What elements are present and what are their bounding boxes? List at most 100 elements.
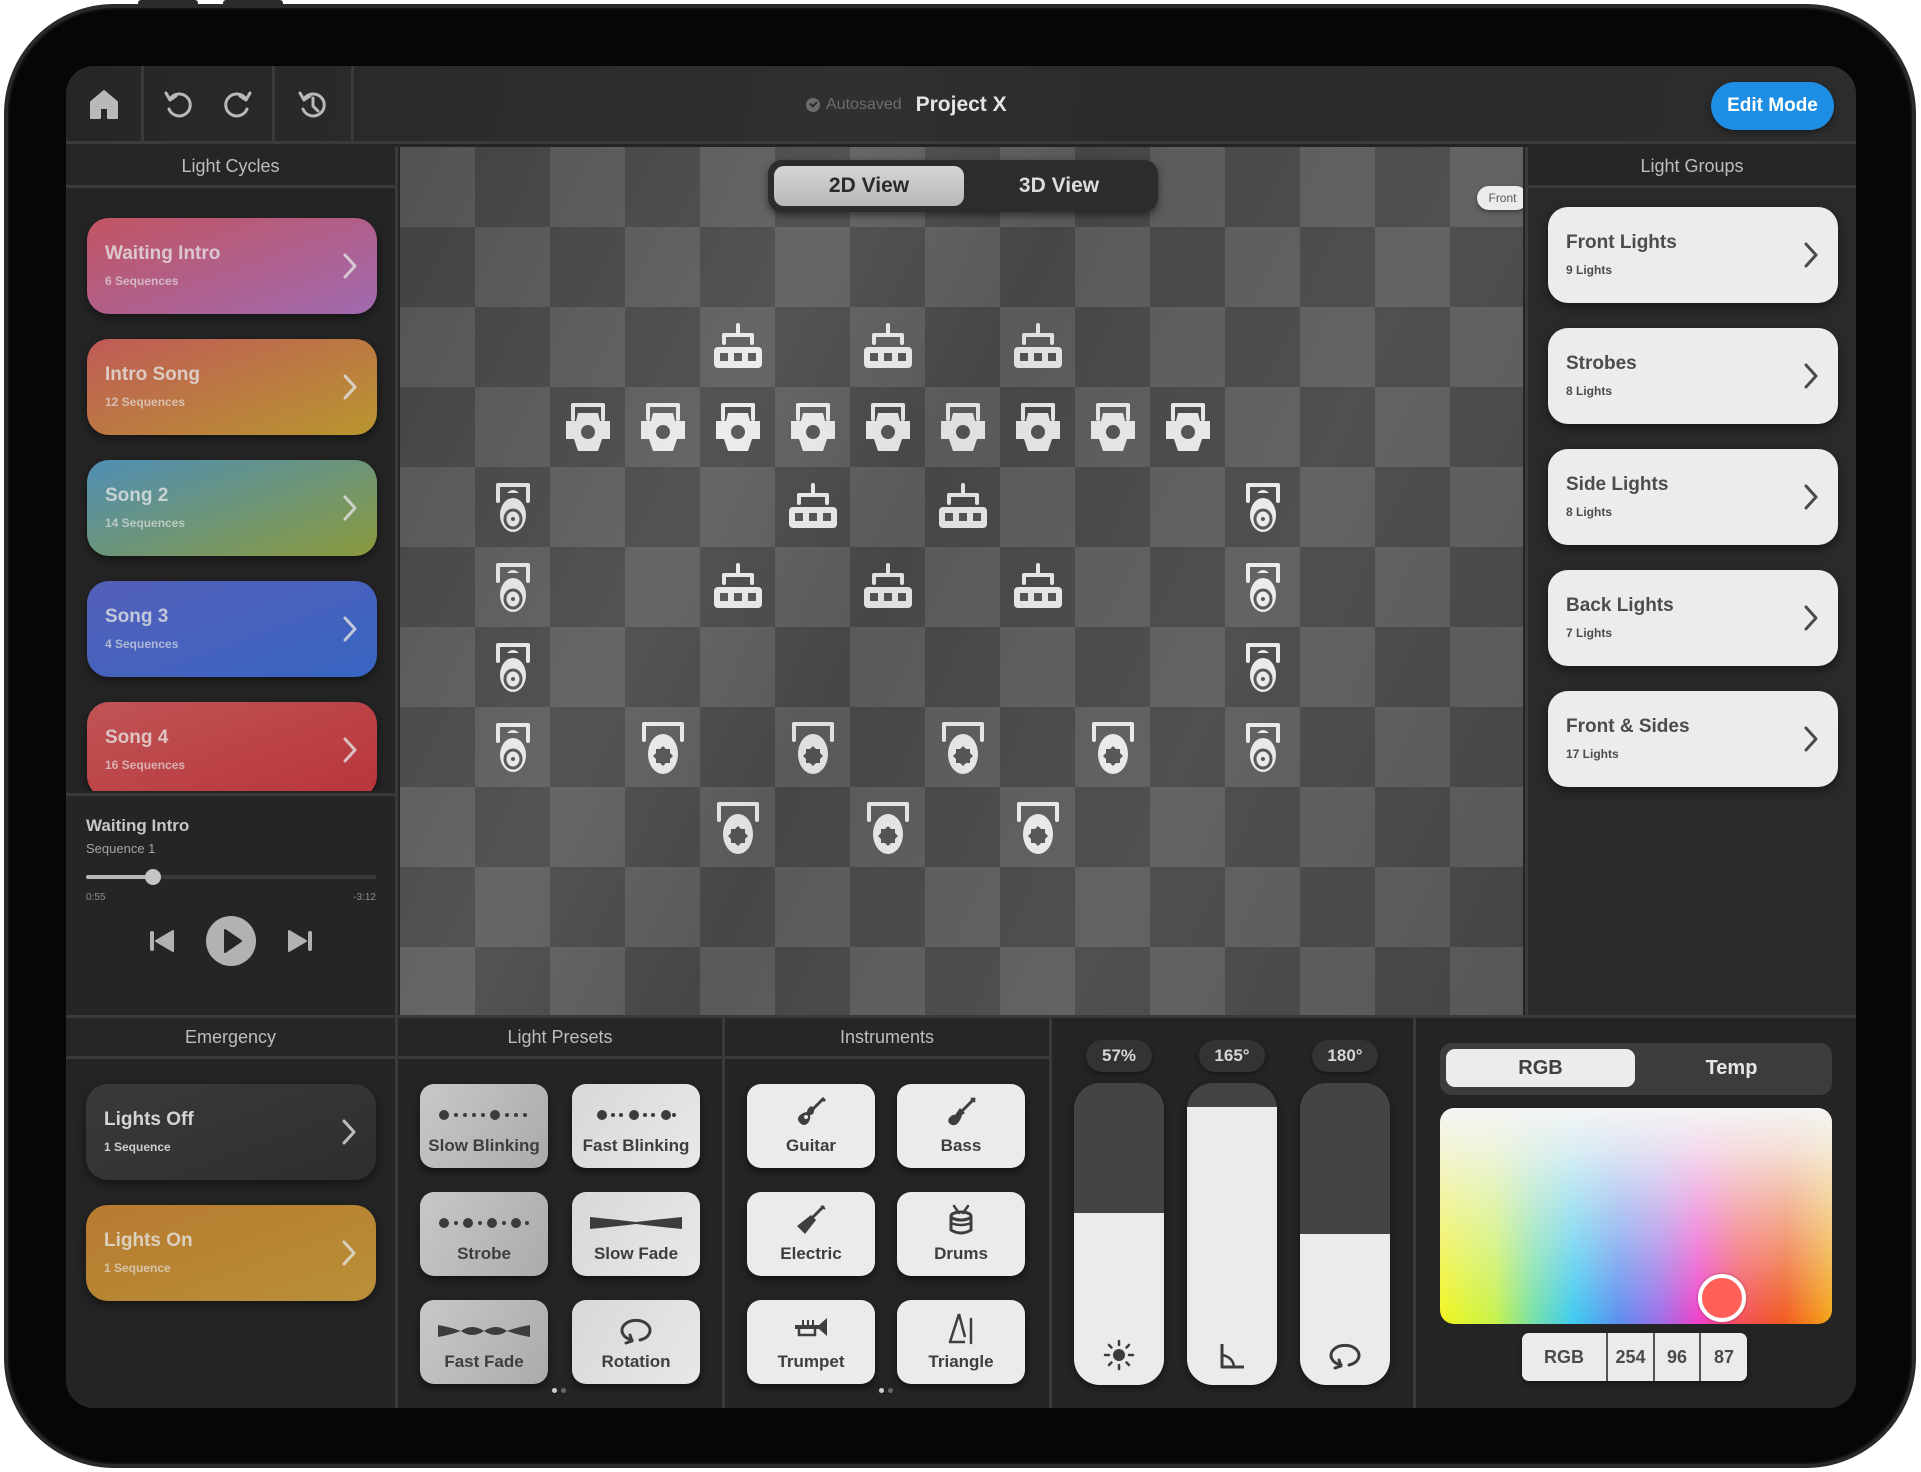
- light-cycle-card[interactable]: Song 3 4 Sequences: [87, 581, 377, 677]
- light-fixture-back[interactable]: [850, 787, 925, 867]
- page-dot[interactable]: [552, 1388, 557, 1393]
- light-fixture-front[interactable]: [625, 387, 700, 467]
- grid-cell: [775, 787, 850, 867]
- light-fixture-front[interactable]: [775, 387, 850, 467]
- light-fixture-strobe[interactable]: [700, 307, 775, 387]
- grid-cell: [1375, 227, 1450, 307]
- tab-temp[interactable]: Temp: [1637, 1049, 1826, 1087]
- light-fixture-side[interactable]: [475, 467, 550, 547]
- instruments-panel: Instruments Guitar Bass Electric Drums T…: [725, 1018, 1052, 1408]
- light-fixture-side[interactable]: [475, 627, 550, 707]
- blue-value-field[interactable]: 87: [1701, 1333, 1747, 1381]
- instrument-tile[interactable]: Drums: [897, 1192, 1025, 1276]
- scrubber-handle[interactable]: [144, 869, 161, 885]
- tab-2d-view[interactable]: 2D View: [774, 166, 964, 206]
- green-value-field[interactable]: 96: [1655, 1333, 1701, 1381]
- light-fixture-side[interactable]: [1225, 627, 1300, 707]
- tab-rgb[interactable]: RGB: [1446, 1049, 1635, 1087]
- color-picker-handle[interactable]: [1698, 1274, 1747, 1323]
- page-dot[interactable]: [879, 1388, 884, 1393]
- light-fixture-strobe[interactable]: [925, 467, 1000, 547]
- instrument-tile[interactable]: Guitar: [747, 1084, 875, 1168]
- instrument-tile[interactable]: Triangle: [897, 1300, 1025, 1384]
- preset-tile[interactable]: Strobe: [420, 1192, 548, 1276]
- project-title[interactable]: Project X: [916, 93, 1007, 117]
- tilt-slider[interactable]: [1187, 1083, 1277, 1385]
- undo-icon[interactable]: [161, 87, 197, 123]
- light-fixture-side[interactable]: [1225, 707, 1300, 787]
- light-fixture-front[interactable]: [1000, 387, 1075, 467]
- light-group-card[interactable]: Back Lights 7 Lights: [1548, 570, 1838, 666]
- light-fixture-front[interactable]: [550, 387, 625, 467]
- light-fixture-front[interactable]: [925, 387, 1000, 467]
- back-light-icon: [1091, 722, 1134, 774]
- brightness-slider[interactable]: [1074, 1083, 1164, 1385]
- instruments-header: Instruments: [725, 1018, 1049, 1059]
- skip-forward-icon[interactable]: [285, 926, 315, 956]
- light-fixture-side[interactable]: [475, 547, 550, 627]
- skip-back-icon[interactable]: [147, 926, 177, 956]
- light-fixture-side[interactable]: [1225, 547, 1300, 627]
- card-subtitle: 4 Sequences: [105, 637, 179, 651]
- instruments-page-indicator[interactable]: [879, 1388, 893, 1393]
- play-icon[interactable]: [205, 915, 257, 967]
- tab-3d-view[interactable]: 3D View: [964, 166, 1154, 206]
- light-fixture-side[interactable]: [475, 707, 550, 787]
- light-fixture-strobe[interactable]: [1000, 547, 1075, 627]
- light-group-card[interactable]: Strobes 8 Lights: [1548, 328, 1838, 424]
- preset-tile[interactable]: Fast Blinking: [572, 1084, 700, 1168]
- preset-tile[interactable]: Rotation: [572, 1300, 700, 1384]
- light-cycles-list[interactable]: Waiting Intro 6 Sequences Intro Song 12 S…: [66, 191, 395, 791]
- rotation-slider[interactable]: [1300, 1083, 1390, 1385]
- light-fixture-side[interactable]: [1225, 467, 1300, 547]
- light-fixture-strobe[interactable]: [775, 467, 850, 547]
- light-fixture-front[interactable]: [1150, 387, 1225, 467]
- light-fixture-front[interactable]: [700, 387, 775, 467]
- light-group-card[interactable]: Front & Sides 17 Lights: [1548, 691, 1838, 787]
- light-fixture-front[interactable]: [1075, 387, 1150, 467]
- preset-tile[interactable]: Slow Blinking: [420, 1084, 548, 1168]
- color-picker[interactable]: [1440, 1108, 1832, 1324]
- light-fixture-back[interactable]: [1000, 787, 1075, 867]
- light-fixture-back[interactable]: [1075, 707, 1150, 787]
- grid-cell: [700, 947, 775, 1015]
- light-fixture-back[interactable]: [775, 707, 850, 787]
- history-icon[interactable]: [295, 87, 331, 123]
- grid-cell: [475, 947, 550, 1015]
- stage-grid[interactable]: 2D View 3D View Front: [400, 147, 1523, 1015]
- redo-icon[interactable]: [219, 87, 255, 123]
- presets-page-indicator[interactable]: [552, 1388, 566, 1393]
- light-cycle-card[interactable]: Song 2 14 Sequences: [87, 460, 377, 556]
- instrument-tile[interactable]: Trumpet: [747, 1300, 875, 1384]
- light-fixture-strobe[interactable]: [700, 547, 775, 627]
- light-fixture-strobe[interactable]: [850, 307, 925, 387]
- preset-tile[interactable]: Slow Fade: [572, 1192, 700, 1276]
- light-group-card[interactable]: Front Lights 9 Lights: [1548, 207, 1838, 303]
- light-fixture-back[interactable]: [625, 707, 700, 787]
- light-cycle-card[interactable]: Song 4 16 Sequences: [87, 702, 377, 791]
- preset-tile[interactable]: Fast Fade: [420, 1300, 548, 1384]
- light-fixture-back[interactable]: [925, 707, 1000, 787]
- light-fixture-strobe[interactable]: [850, 547, 925, 627]
- page-dot[interactable]: [561, 1388, 566, 1393]
- side-light-icon: [1245, 643, 1280, 692]
- instrument-label: Drums: [934, 1244, 988, 1263]
- playback-scrubber[interactable]: [86, 869, 376, 885]
- light-cycle-card[interactable]: Intro Song 12 Sequences: [87, 339, 377, 435]
- light-cycle-card[interactable]: Waiting Intro 6 Sequences: [87, 218, 377, 314]
- instrument-tile[interactable]: Bass: [897, 1084, 1025, 1168]
- light-fixture-front[interactable]: [850, 387, 925, 467]
- light-group-card[interactable]: Side Lights 8 Lights: [1548, 449, 1838, 545]
- home-icon[interactable]: [86, 87, 122, 123]
- rgb-mode-label[interactable]: RGB: [1522, 1333, 1608, 1381]
- page-dot[interactable]: [888, 1388, 893, 1393]
- light-fixture-strobe[interactable]: [1000, 307, 1075, 387]
- red-value-field[interactable]: 254: [1608, 1333, 1655, 1381]
- orientation-front-button[interactable]: Front: [1477, 186, 1523, 210]
- undo-redo-section: [144, 66, 275, 144]
- emergency-card[interactable]: Lights On 1 Sequence: [86, 1205, 376, 1301]
- edit-mode-button[interactable]: Edit Mode: [1711, 82, 1834, 130]
- emergency-card[interactable]: Lights Off 1 Sequence: [86, 1084, 376, 1180]
- instrument-tile[interactable]: Electric: [747, 1192, 875, 1276]
- light-fixture-back[interactable]: [700, 787, 775, 867]
